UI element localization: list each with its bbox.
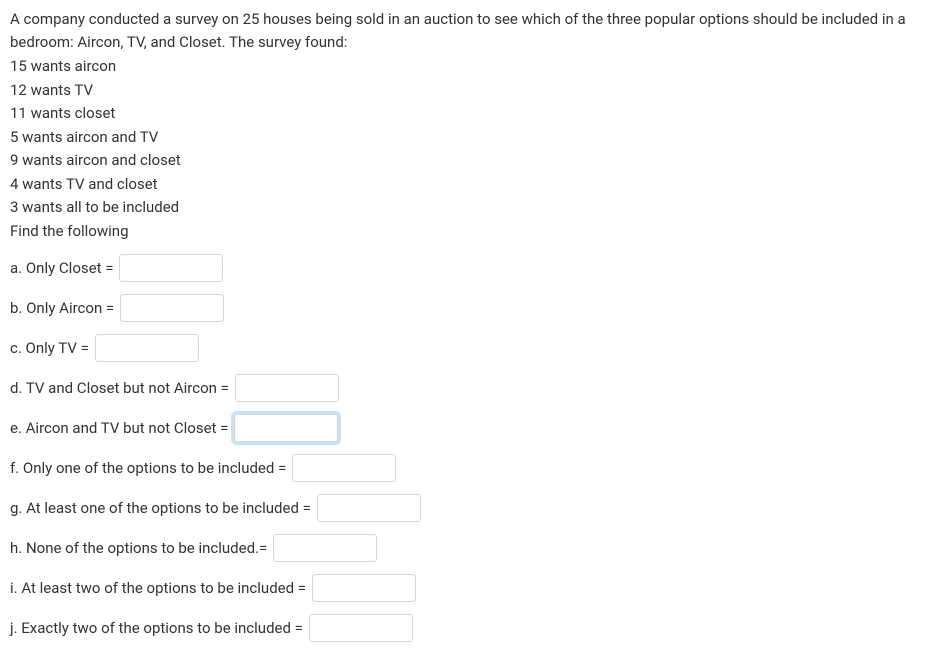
label-c: c. Only TV = [10,337,89,360]
question-a: a. Only Closet = [10,254,938,282]
input-h[interactable] [273,534,377,562]
survey-line-4: 5 wants aircon and TV [10,126,938,149]
survey-line-3: 11 wants closet [10,102,938,125]
survey-line-6: 4 wants TV and closet [10,173,938,196]
question-h: h. None of the options to be included.= [10,534,938,562]
input-f[interactable] [292,454,396,482]
question-c: c. Only TV = [10,334,938,362]
label-a: a. Only Closet = [10,257,113,280]
question-j: j. Exactly two of the options to be incl… [10,614,938,642]
question-g: g. At least one of the options to be inc… [10,494,938,522]
question-b: b. Only Aircon = [10,294,938,322]
input-g[interactable] [317,494,421,522]
label-g: g. At least one of the options to be inc… [10,497,311,520]
question-f: f. Only one of the options to be include… [10,454,938,482]
label-e: e. Aircon and TV but not Closet = [10,417,228,440]
question-e: e. Aircon and TV but not Closet = [10,414,938,442]
question-intro: A company conducted a survey on 25 house… [10,8,938,53]
question-i: i. At least two of the options to be inc… [10,574,938,602]
survey-line-1: 15 wants aircon [10,55,938,78]
input-j[interactable] [309,614,413,642]
input-a[interactable] [119,254,223,282]
label-h: h. None of the options to be included.= [10,537,267,560]
question-d: d. TV and Closet but not Aircon = [10,374,938,402]
label-f: f. Only one of the options to be include… [10,457,286,480]
find-following: Find the following [10,220,938,243]
input-c[interactable] [95,334,199,362]
survey-line-2: 12 wants TV [10,79,938,102]
label-j: j. Exactly two of the options to be incl… [10,617,303,640]
input-e[interactable] [234,414,338,442]
input-d[interactable] [235,374,339,402]
survey-line-5: 9 wants aircon and closet [10,149,938,172]
survey-line-7: 3 wants all to be included [10,196,938,219]
label-b: b. Only Aircon = [10,297,114,320]
label-d: d. TV and Closet but not Aircon = [10,377,229,400]
label-i: i. At least two of the options to be inc… [10,577,306,600]
input-b[interactable] [120,294,224,322]
input-i[interactable] [312,574,416,602]
